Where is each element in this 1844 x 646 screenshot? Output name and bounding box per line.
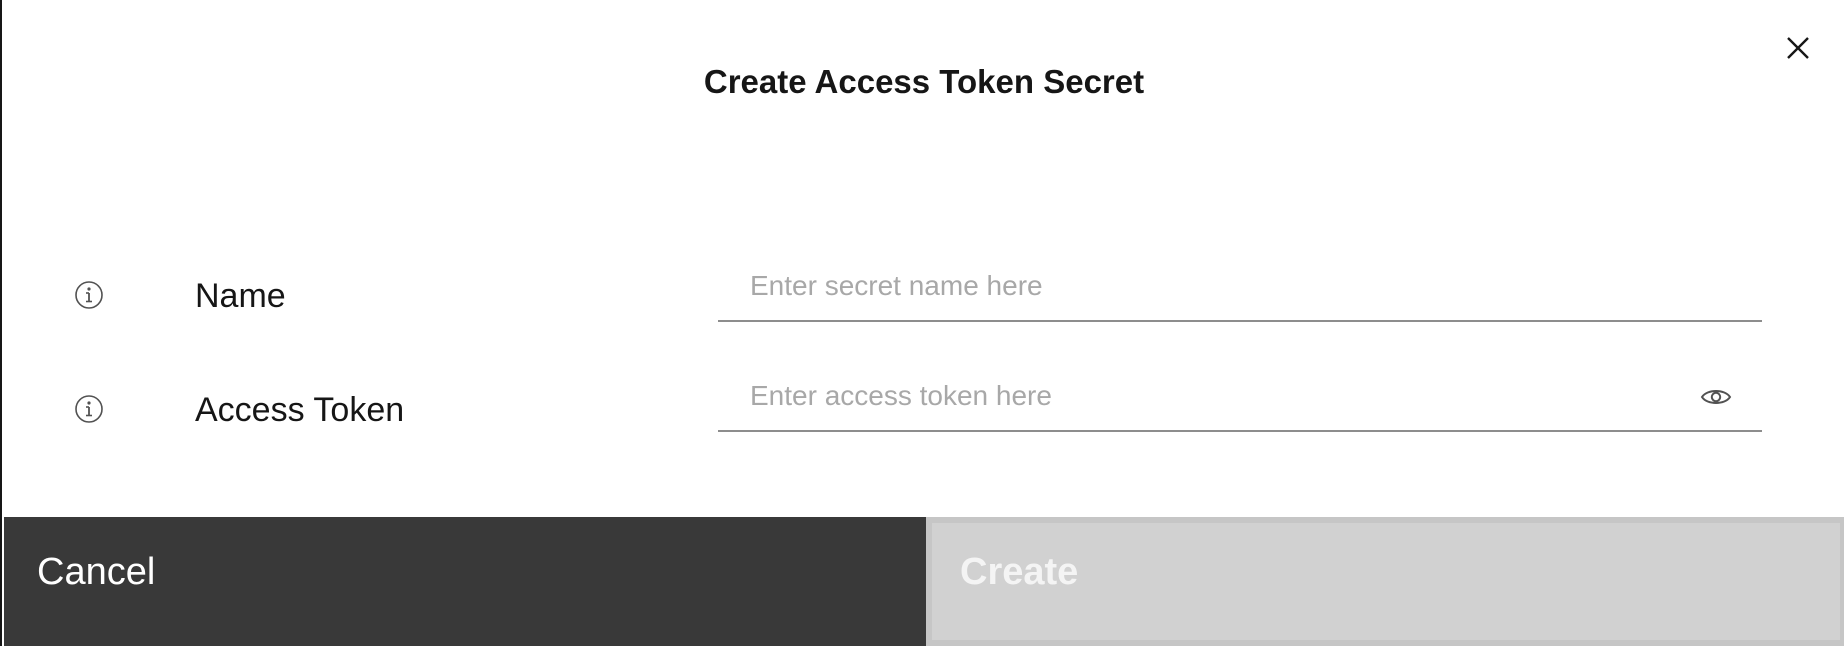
- modal-footer: Cancel Create: [2, 517, 1844, 646]
- eye-icon: [1700, 390, 1732, 404]
- modal-title: Create Access Token Secret: [703, 63, 1145, 100]
- name-label: Name: [195, 277, 286, 315]
- cancel-button[interactable]: Cancel: [4, 517, 926, 646]
- name-input-wrapper: [718, 252, 1762, 322]
- secret-name-input[interactable]: [718, 252, 1762, 320]
- info-icon[interactable]: [74, 394, 104, 424]
- access-token-input[interactable]: [718, 362, 1762, 430]
- create-button[interactable]: Create: [926, 517, 1844, 646]
- access-token-field-row: Access Token: [2, 362, 1844, 440]
- close-icon: [1787, 37, 1809, 59]
- access-token-label: Access Token: [195, 391, 405, 429]
- toggle-visibility-button[interactable]: [1698, 382, 1734, 412]
- name-field-row: Name: [2, 252, 1844, 326]
- access-token-input-wrapper: [718, 362, 1762, 432]
- create-secret-modal: Create Access Token Secret Name Access T…: [0, 0, 1844, 646]
- info-icon[interactable]: [74, 280, 104, 310]
